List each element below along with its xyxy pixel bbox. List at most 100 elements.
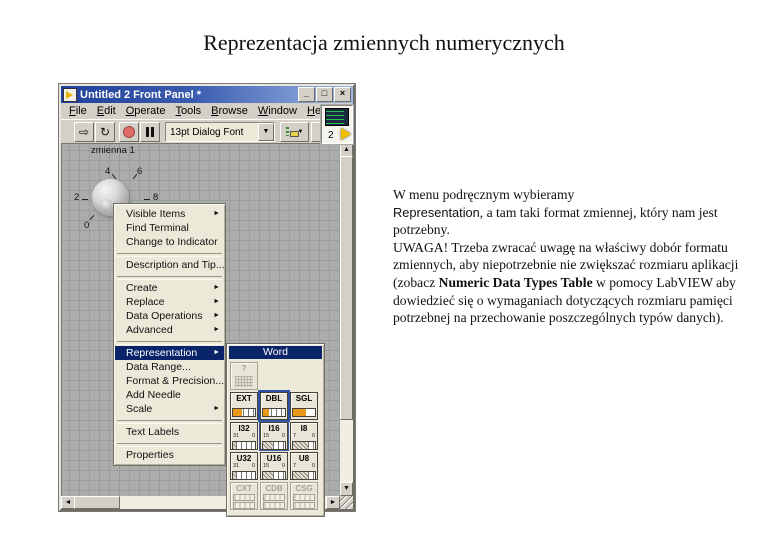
scroll-up-button[interactable]: ▲ — [340, 143, 353, 157]
minimize-button[interactable]: _ — [298, 87, 315, 102]
complex-bar-icon — [263, 502, 285, 509]
menu-item-scale[interactable]: Scale ► — [115, 402, 224, 416]
type-icon-cxt[interactable]: CXT — [230, 482, 258, 510]
type-icon-sgl[interactable]: SGL — [290, 392, 318, 420]
knob-dimple — [101, 199, 112, 210]
resize-grip[interactable] — [340, 496, 353, 509]
menu-item-format-precision[interactable]: Format & Precision... — [115, 374, 224, 388]
knob-scale-8: 8 — [153, 192, 158, 203]
int-bar-icon — [292, 471, 316, 480]
knob-tick — [82, 199, 88, 200]
scroll-left-button[interactable]: ◄ — [61, 496, 75, 509]
menu-separator — [115, 272, 224, 281]
menu-item-label: Visible Items — [126, 208, 185, 220]
align-objects-dropdown[interactable]: ▼ — [280, 122, 309, 142]
menu-item-label: Change to Indicator — [126, 236, 218, 248]
submenu-header: Word — [229, 346, 322, 359]
menu-item-advanced[interactable]: Advanced ► — [115, 323, 224, 337]
type-icon-u32[interactable]: U32 310 — [230, 452, 258, 480]
menu-separator — [115, 249, 224, 258]
int-bar-icon — [262, 471, 286, 480]
run-arrow-icon — [341, 128, 351, 140]
submenu-arrow-icon: ► — [213, 309, 220, 323]
scroll-right-button[interactable]: ► — [326, 496, 340, 509]
type-icon-i32[interactable]: I32 310 — [230, 422, 258, 450]
float-bar-icon — [232, 408, 256, 417]
representation-submenu: Word ? EXT DBL SGL I32 310 I16 150 — [226, 343, 325, 517]
submenu-arrow-icon: ► — [213, 402, 220, 416]
type-icon-i16[interactable]: I16 150 — [260, 422, 288, 450]
run-icon: ⇨ — [79, 125, 89, 139]
maximize-button[interactable]: □ — [316, 87, 333, 102]
page-title: Reprezentacja zmiennych numerycznych — [0, 30, 768, 56]
menu-item-label: Text Labels — [126, 426, 179, 438]
type-icon-u8[interactable]: U8 70 — [290, 452, 318, 480]
menu-item-representation[interactable]: Representation ► — [115, 346, 224, 360]
pause-button[interactable] — [140, 122, 160, 142]
font-selector[interactable]: 13pt Dialog Font ▼ — [165, 122, 275, 142]
menu-item-label: Advanced — [126, 324, 173, 336]
text-block: W menu podręcznym wybieramy Representati… — [393, 186, 747, 327]
window-title: Untitled 2 Front Panel * — [80, 89, 297, 101]
menu-item-change-to-indicator[interactable]: Change to Indicator — [115, 235, 224, 249]
float-bar-icon — [262, 408, 286, 417]
unknown-grid-icon — [235, 376, 253, 387]
int-bar-icon — [292, 441, 316, 450]
submenu-arrow-icon: ► — [213, 323, 220, 337]
menubar-item-tools[interactable]: Tools — [170, 104, 206, 118]
vertical-scrollbar[interactable]: ▲ ▼ — [340, 143, 353, 496]
menu-item-label: Data Operations — [126, 310, 202, 322]
horizontal-scroll-thumb[interactable] — [74, 496, 120, 509]
type-icon-u16[interactable]: U16 150 — [260, 452, 288, 480]
run-continuous-button[interactable]: ↻ — [95, 122, 115, 142]
type-icon-i8[interactable]: I8 70 — [290, 422, 318, 450]
panel-corner-icon[interactable]: 2 — [321, 105, 353, 144]
knob-scale-2: 2 — [74, 192, 79, 203]
font-dropdown-button[interactable]: ▼ — [258, 123, 274, 141]
menu-item-replace[interactable]: Replace ► — [115, 295, 224, 309]
text-segment-representation: Representation — [393, 205, 480, 220]
titlebar[interactable]: Untitled 2 Front Panel * _ □ × — [61, 86, 353, 103]
submenu-arrow-icon: ► — [213, 295, 220, 309]
menubar-item-operate[interactable]: Operate — [121, 104, 171, 118]
close-button[interactable]: × — [334, 87, 351, 102]
menu-item-data-range[interactable]: Data Range... — [115, 360, 224, 374]
menu-item-properties[interactable]: Properties — [115, 448, 224, 462]
menu-item-text-labels[interactable]: Text Labels — [115, 425, 224, 439]
menubar-item-edit[interactable]: Edit — [92, 104, 121, 118]
text-segment-bold: Numeric Data Types Table — [439, 275, 593, 290]
menu-item-create[interactable]: Create ► — [115, 281, 224, 295]
int-bar-icon — [232, 441, 256, 450]
type-icon-cdb[interactable]: CDB — [260, 482, 288, 510]
type-icon-ext[interactable]: EXT — [230, 392, 258, 420]
vertical-scroll-thumb[interactable] — [340, 156, 353, 420]
toolbar: ⇨ ↻ 13pt Dialog Font ▼ ▼ — [61, 119, 353, 145]
menubar-item-window[interactable]: Window — [253, 104, 302, 118]
scroll-down-button[interactable]: ▼ — [340, 482, 353, 496]
run-button[interactable]: ⇨ — [74, 122, 94, 142]
knob-tick — [90, 215, 95, 220]
menu-item-label: Scale — [126, 403, 152, 415]
menu-item-label: Properties — [126, 449, 174, 461]
menu-item-find-terminal[interactable]: Find Terminal — [115, 221, 224, 235]
menu-item-add-needle[interactable]: Add Needle — [115, 388, 224, 402]
type-icon-dbl[interactable]: DBL — [260, 392, 288, 420]
knob-scale-4: 4 — [105, 166, 110, 177]
menu-separator — [115, 439, 224, 448]
font-selector-value: 13pt Dialog Font — [166, 127, 258, 138]
menubar-item-file[interactable]: File — [64, 104, 92, 118]
abort-button[interactable] — [119, 122, 139, 142]
menubar-item-browse[interactable]: Browse — [206, 104, 253, 118]
menu-item-label: Create — [126, 282, 158, 294]
distribute-objects-dropdown[interactable] — [311, 122, 321, 142]
type-icon-unknown[interactable]: ? — [230, 362, 258, 390]
align-objects-icon — [286, 127, 297, 137]
menu-item-description-and-tip[interactable]: Description and Tip... — [115, 258, 224, 272]
text-segment: W menu podręcznym wybieramy — [393, 187, 574, 202]
menu-item-label: Description and Tip... — [126, 259, 225, 271]
complex-bar-icon — [263, 494, 285, 501]
menu-item-data-operations[interactable]: Data Operations ► — [115, 309, 224, 323]
menu-item-visible-items[interactable]: Visible Items ► — [115, 207, 224, 221]
type-icon-csg[interactable]: CSG — [290, 482, 318, 510]
menu-item-label: Replace — [126, 296, 165, 308]
